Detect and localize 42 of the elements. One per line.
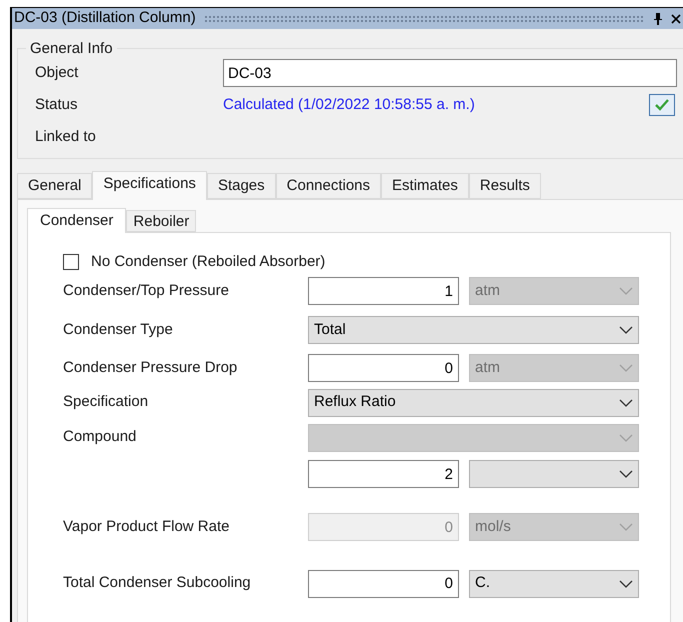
chevron-icon [619,434,633,442]
field-label: Compound [63,427,138,448]
chevron-icon [619,364,633,372]
window-title: DC-03 (Distillation Column) [14,8,196,28]
status-text: Calculated (1/02/2022 10:58:55 a. m.) [223,94,476,115]
tab[interactable]: Condenser [27,208,126,233]
value-field[interactable]: 2 [308,460,459,488]
dropdown[interactable]: Reflux Ratio [308,388,639,416]
value-field[interactable]: 1 [308,277,459,305]
value-field[interactable]: 0 [308,354,459,382]
field-label: Specification [63,392,150,412]
tab[interactable]: Stages [206,173,276,199]
chevron-icon [619,523,633,531]
checkbox-label: No Condenser (Reboiled Absorber) [91,252,326,272]
dropdown[interactable]: Total [308,316,639,344]
tab[interactable]: General [17,173,92,199]
tab[interactable]: Results [468,173,541,199]
field-label: Total Condenser Subcooling [63,573,252,594]
chevron-icon [619,398,633,406]
tab[interactable]: Estimates [381,173,469,199]
chevron-icon [619,287,633,295]
field-label: Condenser/Top Pressure [63,280,230,301]
field-label: Status [34,94,79,115]
chevron-icon [619,580,633,588]
tab[interactable]: Connections [276,173,382,199]
field-label: Vapor Product Flow Rate [63,516,230,537]
checkmark-icon [655,99,669,111]
check-button[interactable] [649,94,675,116]
checkbox[interactable] [63,254,79,270]
object-field[interactable]: DC-03 [223,59,677,87]
field-label: Object [34,62,80,83]
tab[interactable]: Reboiler [126,210,196,232]
pin-icon[interactable] [653,12,663,24]
chevron-icon [619,470,633,478]
tab[interactable]: Specifications [92,171,207,200]
close-icon[interactable] [671,14,681,24]
unit-dropdown[interactable]: C. [469,570,639,598]
value-field[interactable]: 0 [308,570,459,598]
field-label: Linked to [34,126,97,147]
chevron-icon [619,326,633,334]
field-label: Condenser Type [63,320,174,340]
field-label: Condenser Pressure Drop [63,358,238,378]
